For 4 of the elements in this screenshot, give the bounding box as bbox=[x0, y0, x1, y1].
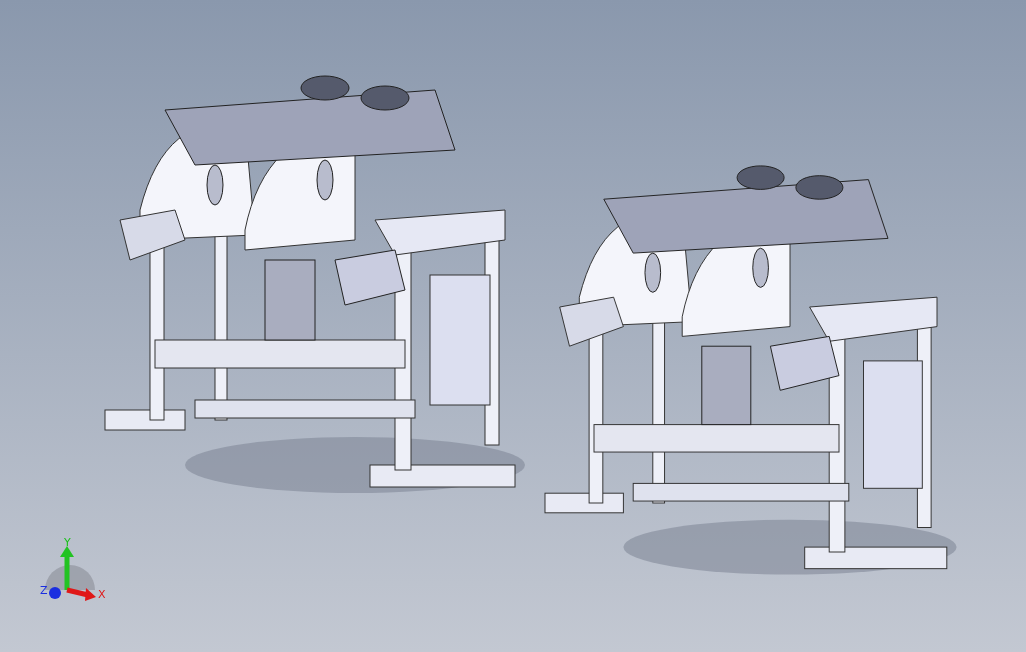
x-axis-label: X bbox=[98, 588, 106, 601]
y-axis-label: Y bbox=[64, 536, 71, 549]
axis-triad bbox=[45, 546, 96, 601]
z-axis-label: Z bbox=[40, 584, 48, 597]
